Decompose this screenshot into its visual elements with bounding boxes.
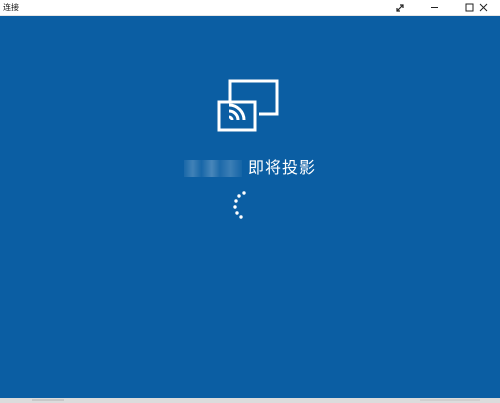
minimize-button[interactable] (417, 0, 451, 15)
close-icon (479, 3, 488, 12)
bottom-edge-detail-right (420, 399, 480, 401)
connect-app-window: 连接 即将投影 (0, 0, 500, 403)
close-button[interactable] (466, 0, 500, 15)
status-text: 即将投影 (247, 158, 316, 177)
bottom-edge (0, 398, 500, 403)
title-bar[interactable]: 连接 (0, 0, 500, 16)
minimize-icon (430, 3, 439, 12)
spinner-icon (226, 190, 252, 220)
device-name-redacted (183, 159, 242, 177)
expand-diagonal-icon (395, 3, 405, 13)
cast-screen-icon (217, 78, 280, 134)
expand-button[interactable] (383, 0, 417, 15)
projection-status: 即将投影 (0, 156, 500, 180)
bottom-edge-detail (32, 399, 64, 401)
projection-panel: 即将投影 (0, 16, 500, 398)
app-title: 连接 (3, 3, 19, 12)
